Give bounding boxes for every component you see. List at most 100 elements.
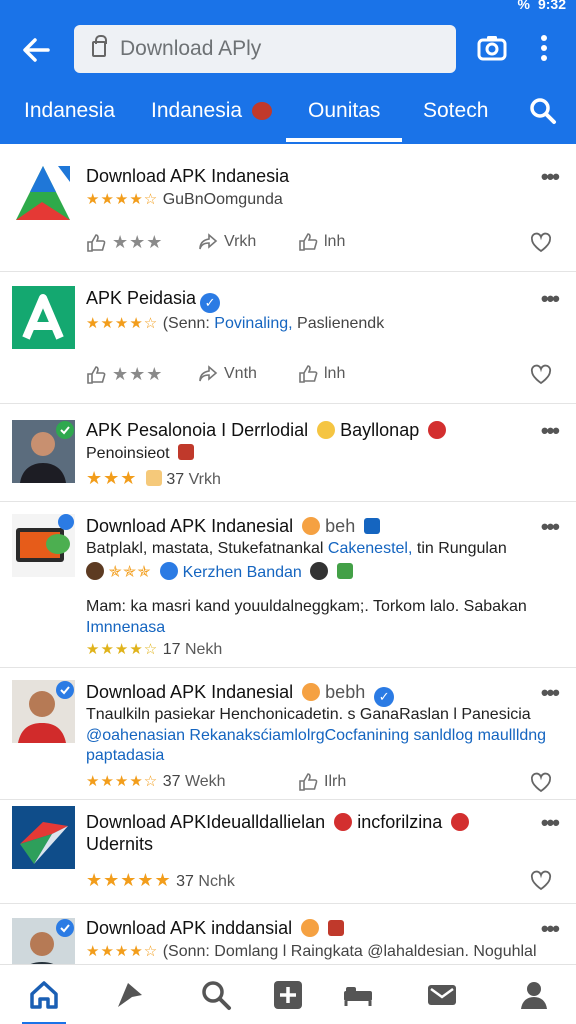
post-title-text: APK Peidasia	[86, 288, 197, 308]
heart-icon[interactable]	[530, 772, 552, 794]
post-title-suffix: bebh	[325, 682, 366, 702]
tab-indanesia-1[interactable]: Indanesia	[24, 92, 115, 144]
post-card[interactable]: APK Pesalonoia I Derrlodial Bayllonap Pe…	[0, 404, 576, 502]
post-title[interactable]: Download APKIdeualldallielan incforilzin…	[86, 812, 470, 833]
search-icon[interactable]	[200, 979, 232, 1011]
like-button[interactable]: ★★★	[86, 364, 163, 385]
more-options-icon[interactable]: •••	[541, 916, 560, 942]
more-vert-icon[interactable]	[534, 30, 554, 66]
post-card[interactable]: Download APK Indanesia ★★★★☆ GuBnOomgund…	[0, 144, 576, 272]
back-arrow-icon[interactable]	[18, 32, 54, 68]
search-icon[interactable]	[528, 96, 558, 126]
heart-icon[interactable]	[530, 364, 552, 386]
share-icon[interactable]	[114, 979, 146, 1011]
post-title-suffix: Bayllonap	[340, 420, 420, 440]
search-input[interactable]: Download APly	[74, 25, 456, 73]
mail-icon[interactable]	[426, 979, 458, 1011]
post-title[interactable]: Download APK inddansial	[86, 918, 345, 939]
more-options-icon[interactable]: •••	[541, 418, 560, 444]
more-options-icon[interactable]: •••	[541, 286, 560, 312]
rating-stars: ★★★★☆	[86, 191, 159, 208]
like-label: Ilrh	[324, 773, 347, 790]
like-count-button[interactable]: Ilrh	[298, 772, 346, 792]
tab-ounitas[interactable]: Ounitas	[285, 92, 403, 144]
post-link[interactable]: paptadasia	[86, 747, 164, 765]
tab-indanesia-2[interactable]: Indanesia	[151, 92, 272, 144]
post-card[interactable]: Download APKIdeualldallielan incforilzin…	[0, 800, 576, 904]
tab-label: Sotech	[423, 99, 489, 122]
subtitle-text: GuBnOomgunda	[162, 191, 283, 208]
post-card[interactable]: Download APK Indanesial bebh ✓ Tnaulkiln…	[0, 668, 576, 800]
share-label[interactable]: Wekh	[185, 773, 226, 790]
avatar	[12, 918, 75, 964]
post-line: Penoinsieot	[86, 444, 195, 463]
post-title-text: Download APKIdeualldallielan	[86, 812, 326, 832]
verified-badge-icon: ✓	[374, 687, 395, 707]
post-title[interactable]: Download APK Indanesial beh	[86, 516, 381, 537]
post-link[interactable]: @oahenasian RekanaksćiamlolrgCocfanining…	[86, 727, 546, 745]
post-line: ✯✯✯ Kerzhen Bandan	[86, 562, 353, 582]
camera-icon[interactable]	[476, 32, 508, 64]
post-line-text: Penoinsieot	[86, 445, 170, 462]
bed-icon[interactable]	[342, 979, 374, 1011]
app-bar: Download APly Indanesia Indanesia Ounita…	[0, 14, 576, 144]
share-label[interactable]: Vrkh	[189, 471, 221, 488]
rating-stars: ★★★★☆	[86, 943, 159, 960]
emoji-icon	[302, 517, 321, 535]
tab-sotech[interactable]: Sotech	[423, 92, 488, 144]
app-logo-icon	[12, 162, 75, 225]
share-button[interactable]: Vrkh	[198, 232, 256, 252]
post-title[interactable]: APK Pesalonoia I Derrlodial Bayllonap	[86, 420, 447, 441]
subtitle-prefix: (Senn:	[162, 315, 210, 332]
search-placeholder: Download APly	[120, 37, 262, 60]
post-card[interactable]: APK Peidasia ✓ ★★★★☆ (Senn: Povinaling, P…	[0, 272, 576, 404]
post-link[interactable]: Cakenestel,	[328, 540, 413, 557]
more-options-icon[interactable]: •••	[541, 514, 560, 540]
post-title[interactable]: Download APK Indanesia	[86, 166, 289, 187]
more-options-icon[interactable]: •••	[541, 810, 560, 836]
post-title-text: APK Pesalonoia I Derrlodial	[86, 420, 309, 440]
tab-bar: Indanesia Indanesia Ounitas Sotech	[0, 92, 576, 144]
share-label[interactable]: Nchk	[198, 873, 234, 890]
tab-label: Indanesia	[24, 99, 116, 122]
app-logo-icon	[12, 806, 75, 869]
count: 37	[176, 873, 194, 890]
home-icon[interactable]	[22, 979, 66, 1024]
post-link[interactable]: Imnnenasa	[86, 619, 165, 637]
post-meta: ★★★★★ 37 Nchk	[86, 870, 235, 891]
count: 17	[162, 641, 181, 658]
share-button[interactable]: Vnth	[198, 364, 257, 384]
post-card[interactable]: Download APK inddansial ★★★★☆ (Sonn: Dom…	[0, 904, 576, 964]
more-options-icon[interactable]: •••	[541, 680, 560, 706]
post-title[interactable]: APK Peidasia ✓	[86, 288, 221, 313]
like-count-button[interactable]: lnh	[298, 232, 345, 252]
post-subtitle: ★★★★☆ (Senn: Povinaling, Paslienendk	[86, 314, 384, 333]
post-title[interactable]: Download APK Indanesial bebh ✓	[86, 682, 395, 707]
subtitle-link[interactable]: Povinaling,	[214, 315, 292, 332]
feed: Download APK Indanesia ★★★★☆ GuBnOomgund…	[0, 144, 576, 964]
emoji-icon	[160, 562, 179, 580]
post-link[interactable]: Kerzhen Bandan	[183, 564, 302, 581]
post-card[interactable]: Download APK Indanesial beh Batplakl, ma…	[0, 502, 576, 668]
add-icon[interactable]	[272, 979, 304, 1011]
share-label[interactable]: Nekh	[185, 641, 222, 658]
like-count-button[interactable]: lnh	[298, 364, 345, 384]
emoji-icon	[364, 518, 381, 534]
post-title-suffix: beh	[325, 516, 356, 536]
more-options-icon[interactable]: •••	[541, 164, 560, 190]
rating-stars: ★★★★☆	[86, 315, 159, 332]
app-thumbnail-icon	[12, 514, 75, 577]
profile-icon[interactable]	[518, 979, 550, 1011]
avatar	[12, 680, 75, 743]
share-icon	[199, 233, 218, 250]
emoji-icon	[334, 813, 353, 831]
thumb-icon	[299, 365, 318, 383]
rating-stars: ✯✯✯	[108, 564, 152, 581]
post-line-text: tin Rungulan	[416, 540, 507, 557]
post-line: Mam: ka masri kand youuldalneggkam;. Tor…	[86, 598, 527, 615]
like-button[interactable]: ★★★	[86, 232, 163, 253]
heart-icon[interactable]	[530, 232, 552, 254]
heart-icon[interactable]	[530, 870, 552, 892]
post-meta: ★★★ 37 Vrkh	[86, 468, 221, 489]
like-stars: ★★★	[112, 232, 164, 252]
